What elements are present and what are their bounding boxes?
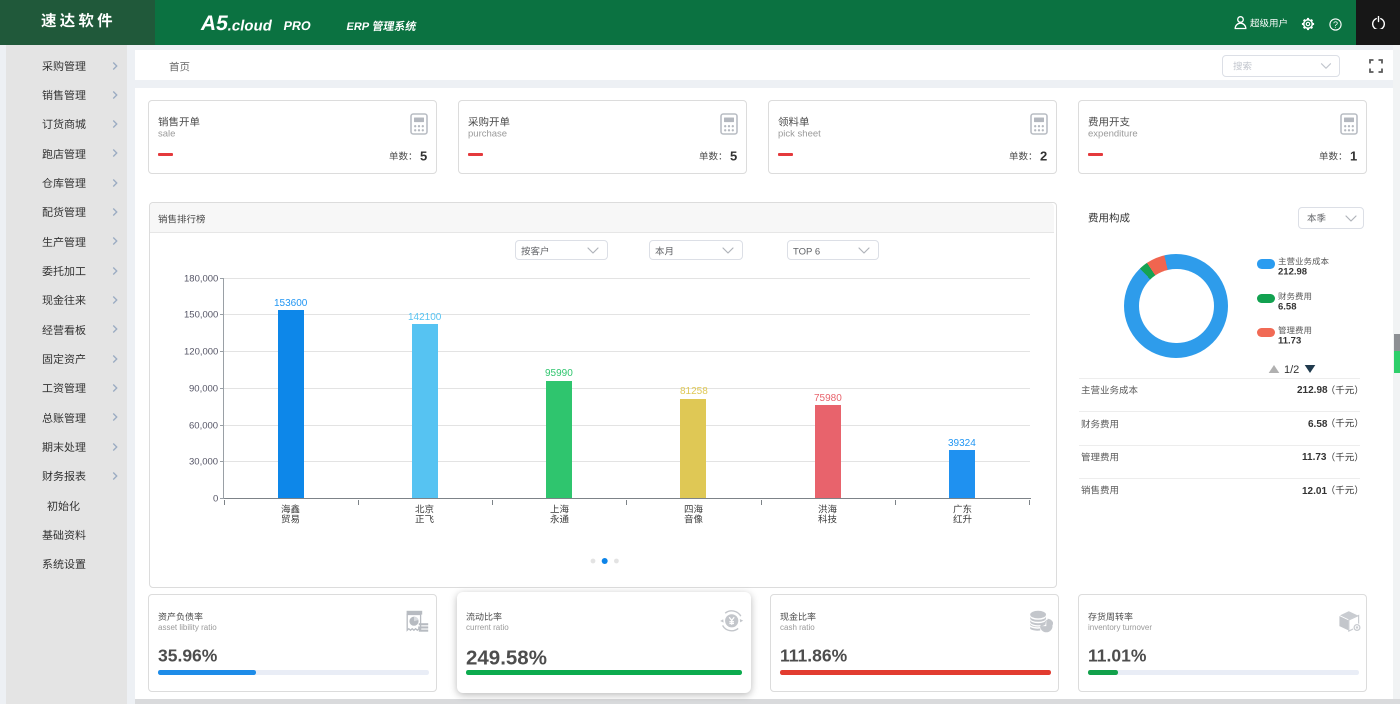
svg-text:30,000: 30,000: [189, 457, 218, 468]
svg-text:5: 5: [420, 148, 427, 163]
svg-text:120,000: 120,000: [184, 347, 218, 358]
svg-text:.cloud: .cloud: [226, 17, 273, 34]
svg-text:pick sheet: pick sheet: [778, 128, 821, 139]
svg-text:212.98: 212.98: [1297, 385, 1328, 396]
svg-text:111.86%: 111.86%: [780, 645, 848, 665]
svg-text:212.98: 212.98: [1278, 267, 1307, 278]
svg-text:5: 5: [730, 148, 737, 163]
svg-text:TOP 6: TOP 6: [793, 247, 820, 258]
svg-text:95990: 95990: [545, 368, 573, 379]
svg-text:12.01: 12.01: [1302, 486, 1327, 497]
svg-text:current ratio: current ratio: [466, 622, 509, 631]
svg-text:sale: sale: [158, 128, 175, 139]
svg-text:ERP: ERP: [345, 21, 370, 33]
svg-text:150,000: 150,000: [184, 310, 218, 321]
svg-text:expenditure: expenditure: [1088, 128, 1138, 139]
svg-text:153600: 153600: [274, 298, 308, 309]
svg-text:0: 0: [213, 493, 218, 504]
svg-text:11.01%: 11.01%: [1088, 645, 1147, 665]
svg-text:39324: 39324: [948, 438, 976, 449]
svg-text:60,000: 60,000: [189, 420, 218, 431]
svg-text:11.73: 11.73: [1302, 452, 1327, 463]
svg-text:asset libility ratio: asset libility ratio: [158, 622, 217, 631]
svg-text:90,000: 90,000: [189, 383, 218, 394]
svg-text:35.96%: 35.96%: [158, 645, 218, 665]
svg-text:75980: 75980: [814, 393, 842, 404]
svg-text:6.58: 6.58: [1308, 419, 1328, 430]
svg-text:cash ratio: cash ratio: [780, 622, 815, 631]
svg-text:142100: 142100: [408, 312, 442, 323]
svg-text:1/2: 1/2: [1284, 364, 1299, 376]
svg-text:249.58%: 249.58%: [466, 646, 547, 669]
svg-text:6.58: 6.58: [1278, 301, 1297, 312]
svg-text:180,000: 180,000: [184, 273, 218, 284]
svg-text:PRO: PRO: [282, 19, 312, 33]
svg-text:purchase: purchase: [468, 128, 507, 139]
svg-text:11.73: 11.73: [1278, 336, 1301, 347]
svg-text:81258: 81258: [680, 386, 708, 397]
svg-text:1: 1: [1350, 148, 1357, 163]
svg-text:inventory turnover: inventory turnover: [1088, 622, 1152, 631]
svg-text:2: 2: [1040, 148, 1047, 163]
